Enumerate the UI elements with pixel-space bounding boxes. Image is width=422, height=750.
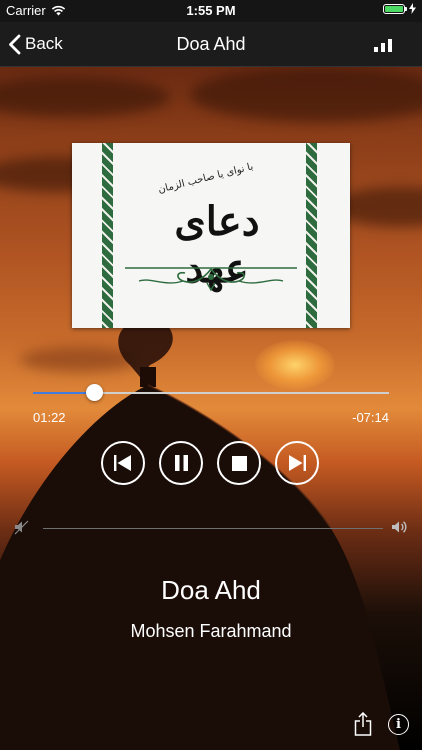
volume-low-icon [14, 520, 29, 535]
status-bar: Carrier 1:55 PM [0, 0, 422, 22]
art-border-right [306, 143, 317, 328]
progress-slider[interactable] [33, 384, 389, 401]
elapsed-time: 01:22 [33, 410, 66, 425]
nav-title: Doa Ahd [176, 34, 246, 54]
charging-bolt-icon [409, 3, 416, 14]
pause-icon [174, 455, 188, 471]
track-artist: Mohsen Farahmand [130, 621, 292, 641]
progress-fill [33, 392, 94, 394]
back-button[interactable]: Back [8, 22, 63, 66]
pause-button[interactable] [159, 441, 203, 485]
navigation-bar: Doa Ahd Back [0, 22, 422, 67]
remaining-time: -07:14 [352, 410, 389, 425]
stop-icon [231, 455, 247, 471]
track-title: Doa Ahd [161, 575, 261, 605]
volume-high-icon [392, 521, 407, 533]
album-artwork: با نوای یا صاحب الزمان دعای عهد [72, 143, 350, 328]
art-subtitle: با نوای یا صاحب الزمان [157, 161, 255, 196]
info-glyph: i [396, 717, 401, 732]
ornament-icon [125, 267, 297, 292]
next-track-icon [289, 455, 306, 471]
progress-thumb[interactable] [85, 384, 103, 401]
status-time: 1:55 PM [186, 3, 236, 18]
previous-track-button[interactable] [101, 441, 145, 485]
back-label: Back [25, 34, 63, 53]
battery-icon [383, 3, 407, 14]
chevron-left-icon [9, 34, 21, 54]
share-icon[interactable] [354, 712, 372, 736]
next-track-button[interactable] [275, 441, 319, 485]
signal-bars-icon[interactable] [374, 38, 392, 52]
info-icon[interactable]: i [388, 714, 409, 735]
art-border-left [102, 143, 113, 328]
stop-button[interactable] [217, 441, 261, 485]
volume-slider[interactable] [43, 528, 383, 529]
previous-track-icon [114, 455, 131, 471]
